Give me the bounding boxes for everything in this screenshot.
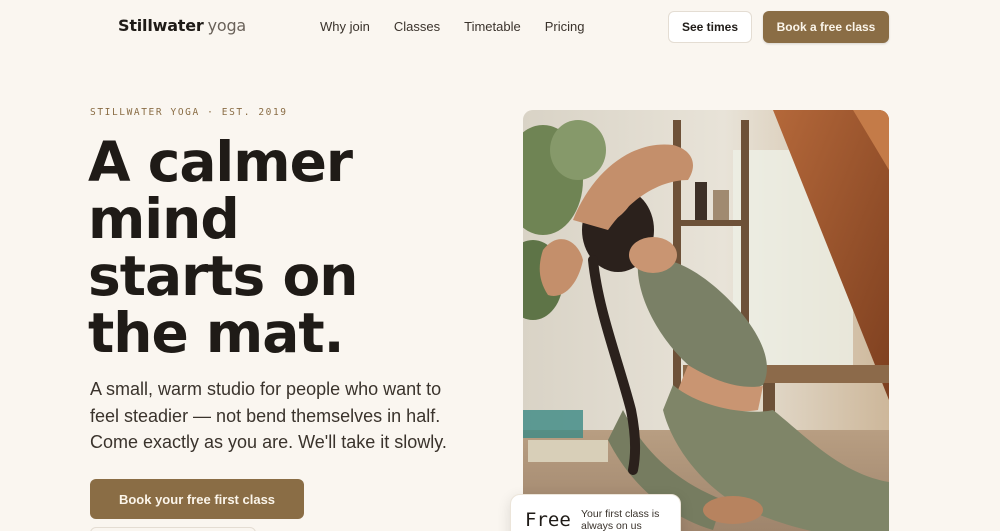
nav-link-timetable[interactable]: Timetable	[464, 19, 521, 34]
main-nav: Why join Classes Timetable Pricing	[320, 19, 584, 34]
brand-logo[interactable]: Stillwater yoga	[118, 16, 246, 35]
brand-name: Stillwater	[118, 16, 204, 35]
book-first-class-button[interactable]: Book your free first class	[90, 479, 304, 519]
headline-line: the mat.	[88, 301, 345, 365]
brand-suffix: yoga	[207, 16, 247, 35]
landing-page: Stillwater yoga Why join Classes Timetabl…	[0, 0, 1000, 531]
secondary-button[interactable]	[90, 527, 256, 531]
hero-eyebrow: STILLWATER YOGA · EST. 2019	[90, 107, 288, 118]
offer-title: Free	[525, 509, 571, 531]
headline-line: A calmer	[88, 130, 353, 194]
description-line: feel steadier — not bend themselves in h…	[90, 405, 441, 426]
hero-photo	[523, 110, 889, 531]
description-line: Come exactly as you are. We'll take it s…	[90, 432, 447, 452]
nav-link-why-join[interactable]: Why join	[320, 19, 370, 34]
nav-link-pricing[interactable]: Pricing	[545, 19, 585, 34]
free-class-card: Free Your first class is always on us	[510, 494, 681, 531]
hero-headline: A calmer mind starts on the mat.	[88, 134, 488, 362]
nav-link-classes[interactable]: Classes	[394, 19, 440, 34]
hero-description: A small, warm studio for people who want…	[90, 376, 470, 456]
see-times-button[interactable]: See times	[668, 11, 752, 43]
yoga-pose-illustration	[523, 110, 889, 531]
headline-line: starts on	[88, 244, 358, 308]
description-line: A small, warm studio for people who want…	[90, 379, 442, 399]
headline-line: mind	[88, 187, 240, 251]
book-free-class-button[interactable]: Book a free class	[763, 11, 889, 43]
offer-text: Your first class is always on us	[581, 508, 660, 531]
